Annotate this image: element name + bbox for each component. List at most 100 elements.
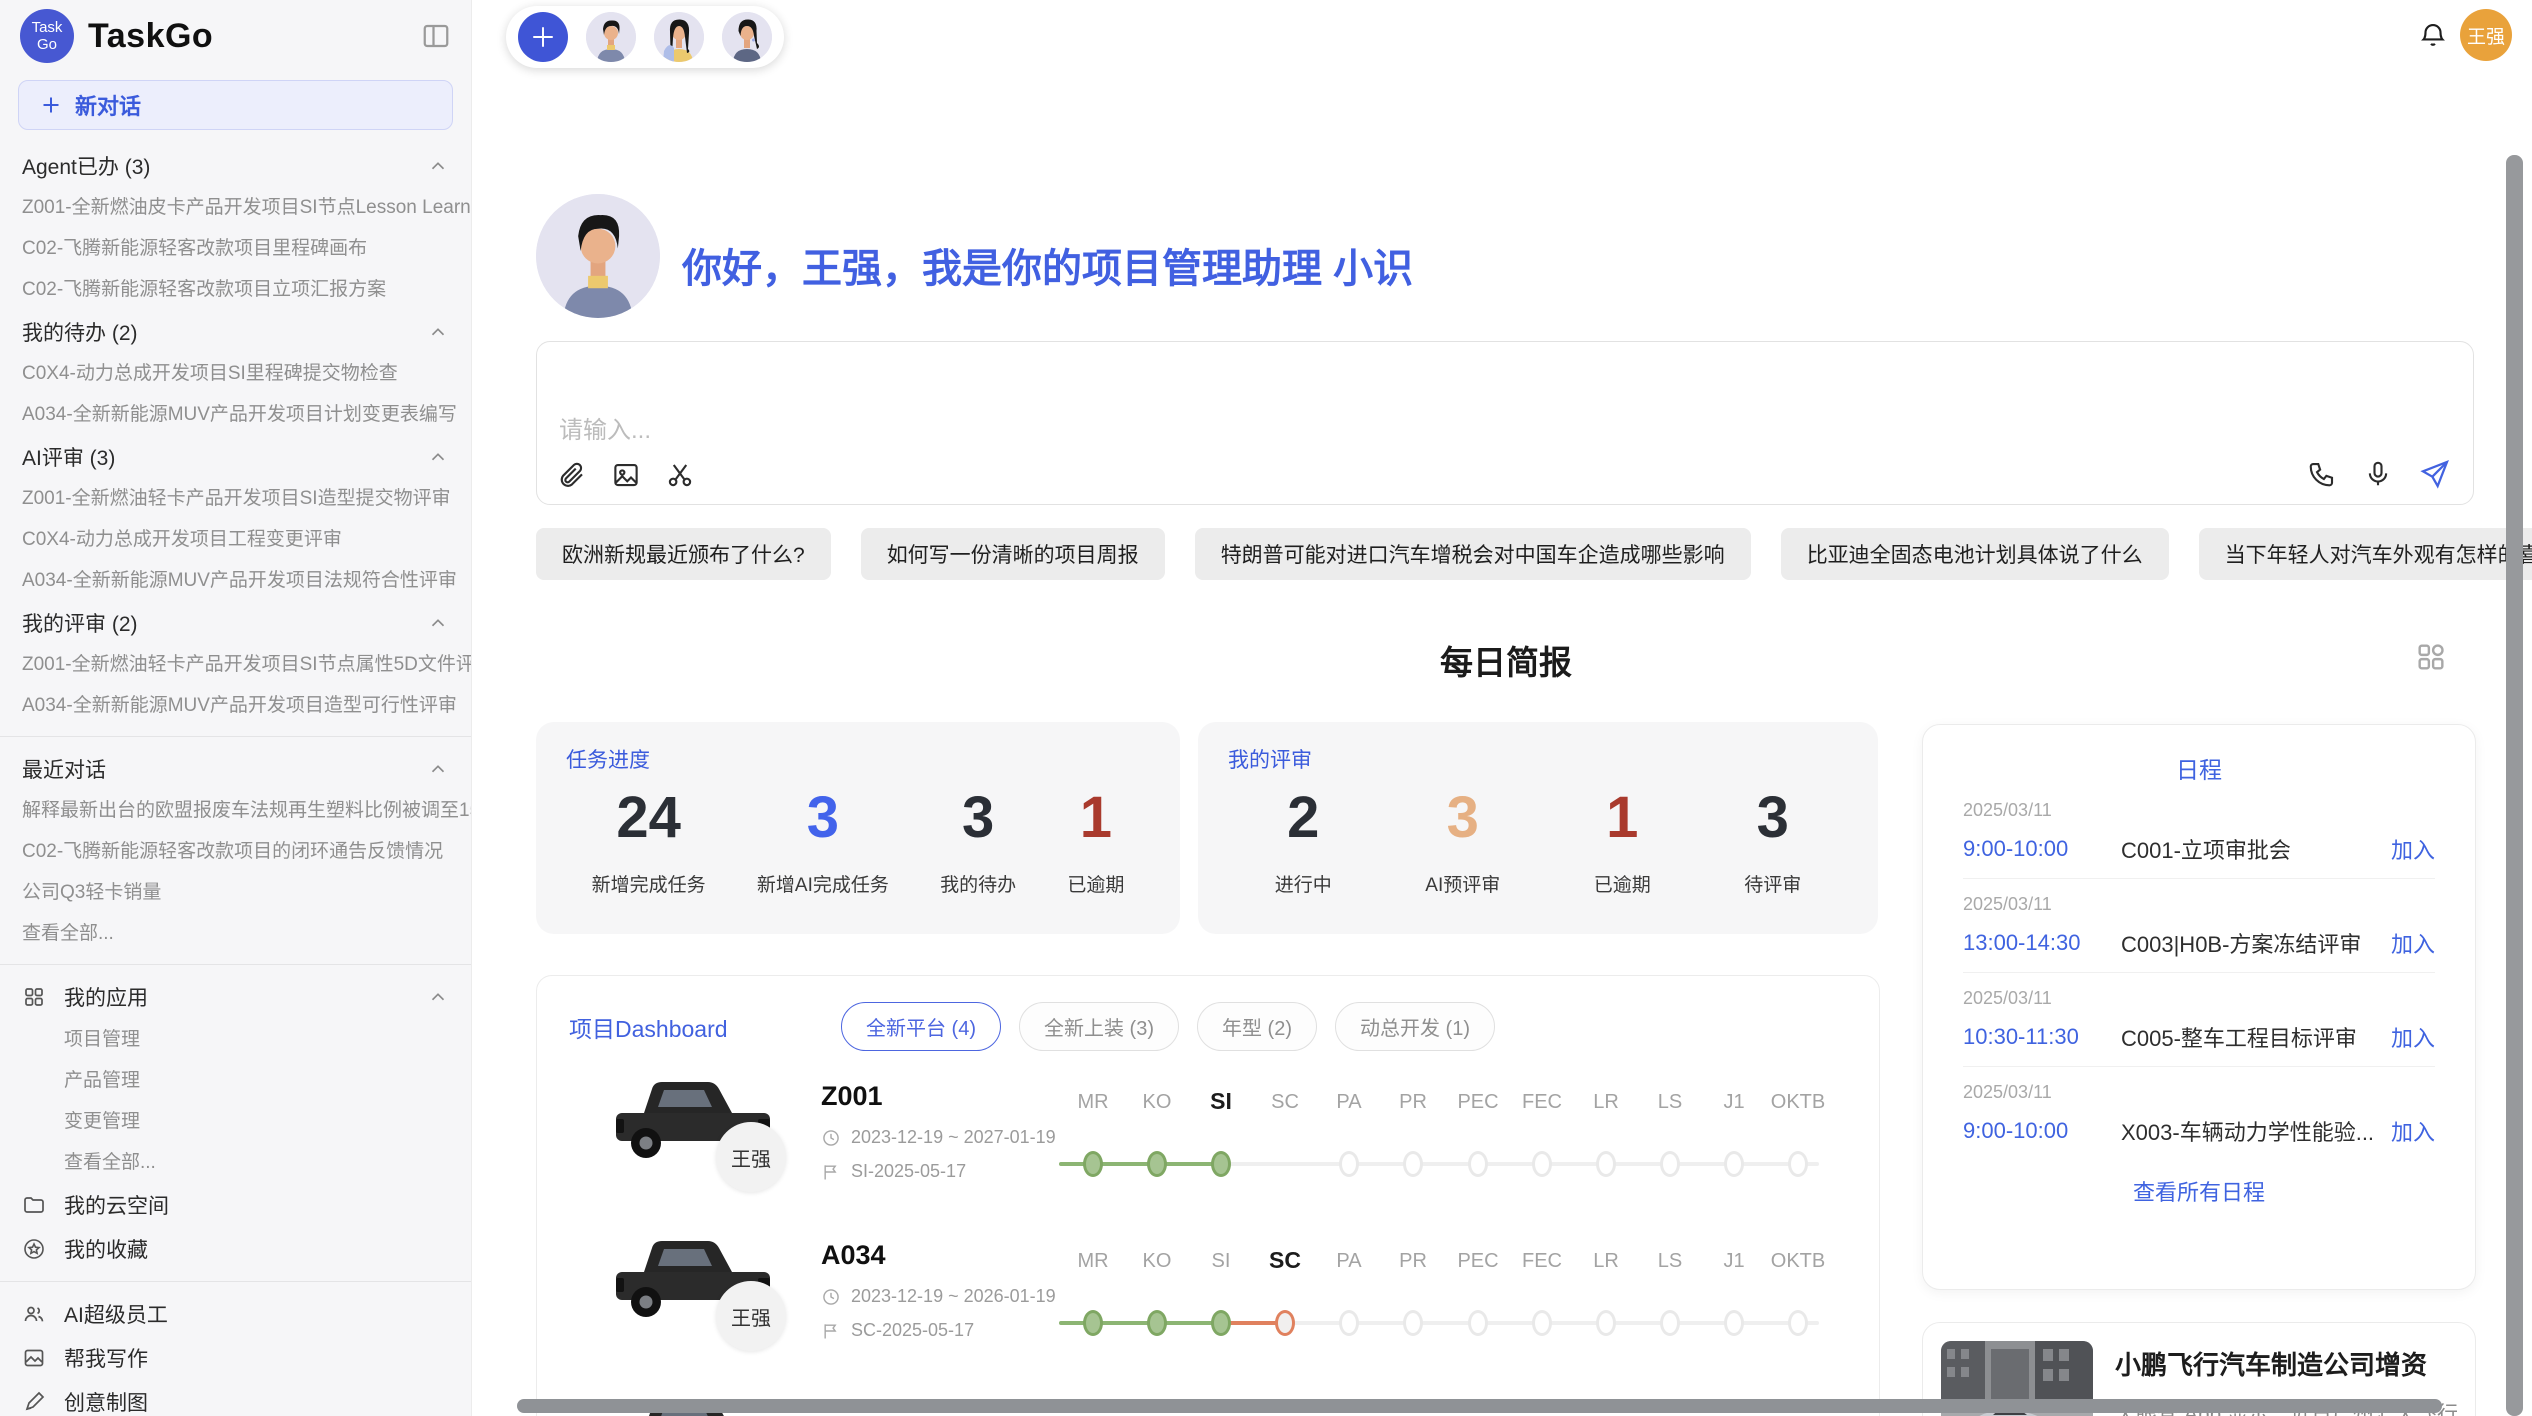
milestone-dot[interactable]: [1083, 1151, 1103, 1177]
recent-chat-item[interactable]: C02-飞腾新能源轻客改款项目的闭环通告反馈情况: [0, 831, 471, 872]
notification-bell-icon[interactable]: [2418, 20, 2448, 55]
sidebar-section-header[interactable]: 我的待办 (2): [0, 310, 471, 353]
milestone-dot[interactable]: [1468, 1151, 1488, 1177]
sidebar-tool[interactable]: AI超级员工: [0, 1292, 471, 1336]
session-avatar-2[interactable]: [654, 12, 704, 62]
user-avatar[interactable]: 王强: [2460, 9, 2512, 61]
milestone-dot[interactable]: [1339, 1151, 1359, 1177]
mic-icon[interactable]: [2363, 459, 2393, 489]
recent-chat-item[interactable]: 查看全部...: [0, 913, 471, 954]
milestone-dot[interactable]: [1660, 1151, 1680, 1177]
milestone-dot[interactable]: [1211, 1151, 1231, 1177]
milestone-dot[interactable]: [1724, 1151, 1744, 1177]
sidebar-section-header[interactable]: Agent已办 (3): [0, 144, 471, 187]
chat-input[interactable]: 请输入...: [536, 341, 2474, 505]
suggestion-chip[interactable]: 如何写一份清晰的项目周报: [861, 528, 1165, 580]
sidebar-section-header[interactable]: AI评审 (3): [0, 435, 471, 478]
briefing-grid-icon[interactable]: [2414, 640, 2448, 679]
chevron-up-icon: [427, 612, 449, 634]
milestone-dot[interactable]: [1147, 1151, 1167, 1177]
sidebar-section-header[interactable]: 我的评审 (2): [0, 601, 471, 644]
sidebar-item[interactable]: Z001-全新燃油皮卡产品开发项目SI节点Lesson Learn报告: [0, 187, 471, 228]
recent-chat-item[interactable]: 公司Q3轻卡销量: [0, 872, 471, 913]
sidebar-item[interactable]: A034-全新新能源MUV产品开发项目法规符合性评审: [0, 560, 471, 601]
suggestion-chip[interactable]: 特朗普可能对进口汽车增税会对中国车企造成哪些影响: [1195, 528, 1751, 580]
milestone-label: PEC: [1457, 1091, 1498, 1114]
stat-label: 待评审: [1744, 870, 1801, 897]
suggestion-chip[interactable]: 当下年轻人对汽车外观有怎样的喜好趋势: [2199, 528, 2532, 580]
dashboard-filter-chip[interactable]: 全新平台 (4): [841, 1002, 1001, 1051]
sidebar-item[interactable]: C02-飞腾新能源轻客改款项目立项汇报方案: [0, 269, 471, 310]
sidebar-item[interactable]: C0X4-动力总成开发项目工程变更评审: [0, 519, 471, 560]
sidebar-item[interactable]: C0X4-动力总成开发项目SI里程碑提交物检查: [0, 353, 471, 394]
sidebar-tool[interactable]: 创意制图: [0, 1380, 471, 1416]
sidebar-tool[interactable]: 帮我写作: [0, 1336, 471, 1380]
app-item[interactable]: 产品管理: [0, 1060, 471, 1101]
event-join-link[interactable]: 加入: [2391, 1115, 2435, 1147]
send-icon[interactable]: [2419, 458, 2451, 490]
milestone-dot[interactable]: [1788, 1151, 1808, 1177]
milestone-dot[interactable]: [1339, 1310, 1359, 1336]
recent-chat-item[interactable]: 解释最新出台的欧盟报废车法规再生塑料比例被调至15%...: [0, 790, 471, 831]
milestone-label: SC: [1269, 1247, 1301, 1274]
view-all-schedule-link[interactable]: 查看所有日程: [1963, 1160, 2435, 1222]
sidebar-tool-label: 创意制图: [64, 1387, 148, 1416]
sidebar-link[interactable]: 我的云空间: [0, 1183, 471, 1227]
project-row[interactable]: 王强A0342023-12-19 ~ 2026-01-19SC-2025-05-…: [537, 1226, 1880, 1381]
dashboard-filter-chip[interactable]: 全新上装 (3): [1019, 1002, 1179, 1051]
paperclip-icon[interactable]: [557, 460, 587, 490]
milestone-dot[interactable]: [1532, 1151, 1552, 1177]
sidebar-my-apps[interactable]: 我的应用: [0, 975, 471, 1019]
milestone-dot[interactable]: [1532, 1310, 1552, 1336]
add-session-button[interactable]: [518, 12, 568, 62]
session-avatar-3[interactable]: [722, 12, 772, 62]
topbar-session-pill: [506, 6, 784, 68]
milestone-dot[interactable]: [1596, 1310, 1616, 1336]
app-item[interactable]: 变更管理: [0, 1101, 471, 1142]
event-join-link[interactable]: 加入: [2391, 927, 2435, 959]
dashboard-filter-chip[interactable]: 年型 (2): [1197, 1002, 1317, 1051]
milestone-dot[interactable]: [1468, 1310, 1488, 1336]
milestone-dot[interactable]: [1724, 1310, 1744, 1336]
suggestion-chip[interactable]: 比亚迪全固态电池计划具体说了什么: [1781, 528, 2169, 580]
event-date: 2025/03/11: [1963, 988, 2435, 1009]
milestone-dot[interactable]: [1275, 1310, 1295, 1336]
event-name: C005-整车工程目标评审: [2121, 1021, 2391, 1053]
milestone-dot[interactable]: [1083, 1310, 1103, 1336]
dashboard-filter-chip[interactable]: 动总开发 (1): [1335, 1002, 1495, 1051]
scissors-icon[interactable]: [665, 460, 695, 490]
horizontal-scrollbar[interactable]: [517, 1399, 2442, 1413]
milestone-dot[interactable]: [1211, 1310, 1231, 1336]
suggestion-chip[interactable]: 欧洲新规最近颁布了什么?: [536, 528, 831, 580]
app-item[interactable]: 查看全部...: [0, 1142, 471, 1183]
phone-icon[interactable]: [2307, 459, 2337, 489]
sidebar-link[interactable]: 我的收藏: [0, 1227, 471, 1271]
project-row[interactable]: 王强Z0012023-12-19 ~ 2027-01-19SI-2025-05-…: [537, 1067, 1880, 1222]
image-icon[interactable]: [611, 460, 641, 490]
sidebar-collapse-icon[interactable]: [421, 21, 451, 51]
milestone-dot[interactable]: [1788, 1310, 1808, 1336]
milestone-dot[interactable]: [1403, 1310, 1423, 1336]
milestone-dot[interactable]: [1660, 1310, 1680, 1336]
event-name: C003|H0B-方案冻结评审: [2121, 927, 2391, 959]
event-name: C001-立项审批会: [2121, 833, 2391, 865]
milestone-dot[interactable]: [1596, 1151, 1616, 1177]
session-avatar-1[interactable]: [586, 12, 636, 62]
chevron-up-icon: [427, 758, 449, 780]
event-row: 9:00-10:00C001-立项审批会加入: [1963, 833, 2435, 865]
new-chat-button[interactable]: 新对话: [18, 80, 453, 130]
sidebar-item[interactable]: C02-飞腾新能源轻客改款项目里程碑画布: [0, 228, 471, 269]
milestone-dot[interactable]: [1403, 1151, 1423, 1177]
sidebar-item[interactable]: A034-全新新能源MUV产品开发项目造型可行性评审: [0, 685, 471, 726]
milestone-dot[interactable]: [1147, 1310, 1167, 1336]
event-join-link[interactable]: 加入: [2391, 833, 2435, 865]
sidebar-item[interactable]: Z001-全新燃油轻卡产品开发项目SI节点属性5D文件评审: [0, 644, 471, 685]
vertical-scrollbar[interactable]: [2506, 155, 2523, 1416]
event-join-link[interactable]: 加入: [2391, 1021, 2435, 1053]
sidebar-item[interactable]: Z001-全新燃油轻卡产品开发项目SI造型提交物评审: [0, 478, 471, 519]
app-item[interactable]: 项目管理: [0, 1019, 471, 1060]
recent-chats-header[interactable]: 最近对话: [0, 747, 471, 790]
stat-value: 3: [807, 780, 839, 856]
sidebar-item[interactable]: A034-全新新能源MUV产品开发项目计划变更表编写: [0, 394, 471, 435]
dashboard-header: 项目Dashboard 全新平台 (4)全新上装 (3)年型 (2)动总开发 (…: [569, 1002, 1495, 1051]
